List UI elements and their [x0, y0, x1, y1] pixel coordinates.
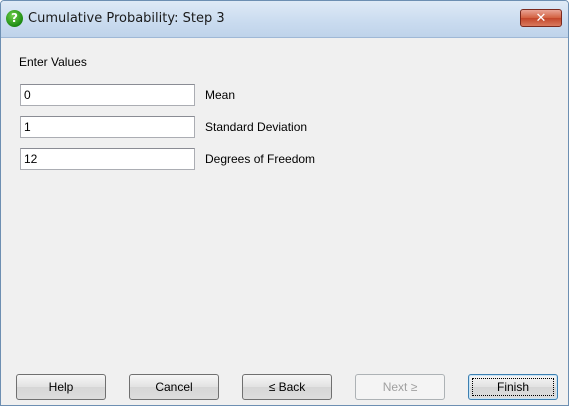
- degrees-of-freedom-input[interactable]: [20, 148, 195, 170]
- standard-deviation-input[interactable]: [20, 116, 195, 138]
- help-button[interactable]: Help: [16, 374, 106, 400]
- mean-label: Mean: [205, 88, 236, 102]
- back-button[interactable]: ≤ Back: [242, 374, 332, 400]
- dialog-client-area: Enter Values Mean Standard Deviation Deg…: [9, 38, 562, 405]
- mean-input[interactable]: [20, 84, 195, 106]
- finish-button[interactable]: Finish: [468, 374, 558, 400]
- help-question-icon: ?: [6, 10, 23, 27]
- dialog-window: ? Cumulative Probability: Step 3 ✕ Enter…: [0, 0, 569, 406]
- window-title: Cumulative Probability: Step 3: [28, 11, 225, 26]
- degrees-of-freedom-label: Degrees of Freedom: [205, 152, 316, 166]
- close-icon: ✕: [535, 11, 547, 26]
- cancel-button[interactable]: Cancel: [129, 374, 219, 400]
- standard-deviation-label: Standard Deviation: [205, 120, 308, 134]
- title-bar[interactable]: ? Cumulative Probability: Step 3 ✕: [1, 1, 568, 38]
- close-button[interactable]: ✕: [520, 9, 562, 27]
- focus-rectangle: [472, 378, 554, 396]
- enter-values-heading: Enter Values: [19, 55, 87, 69]
- next-button[interactable]: Next ≥: [355, 374, 445, 400]
